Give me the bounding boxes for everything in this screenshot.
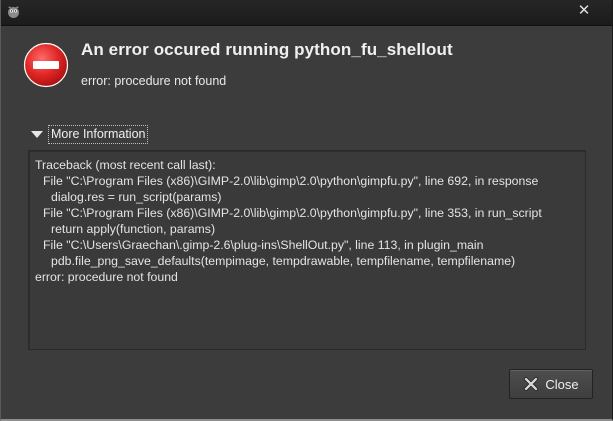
- more-information-expander[interactable]: More Information: [28, 124, 149, 144]
- traceback-line: File "C:\Program Files (x86)\GIMP-2.0\li…: [43, 206, 542, 220]
- traceback-text-area[interactable]: Traceback (most recent call last): File …: [28, 150, 586, 350]
- error-message: error: procedure not found: [81, 74, 227, 88]
- traceback-line: error: procedure not found: [35, 270, 178, 284]
- traceback-line: return apply(function, params): [51, 222, 216, 236]
- traceback-line: pdb.file_png_save_defaults(tempimage, te…: [51, 254, 516, 268]
- traceback-line: File "C:\Program Files (x86)\GIMP-2.0\li…: [43, 174, 539, 188]
- dialog-heading: An error occured running python_fu_shell…: [81, 40, 453, 59]
- traceback-line: File "C:\Users\Graechan\.gimp-2.6\plug-i…: [43, 238, 484, 252]
- error-dialog: ✕ An error occured running python_fu_she…: [0, 0, 613, 421]
- traceback-line: dialog.res = run_script(params): [51, 190, 222, 204]
- gimp-icon[interactable]: [6, 4, 21, 19]
- traceback-line: Traceback (most recent call last):: [35, 158, 216, 172]
- window-close-icon[interactable]: ✕: [570, 1, 598, 19]
- title-bar[interactable]: ✕: [1, 0, 612, 26]
- expander-label[interactable]: More Information: [48, 124, 149, 144]
- traceback-lines: Traceback (most recent call last): File …: [35, 157, 542, 285]
- expander-arrow-icon[interactable]: [31, 130, 43, 138]
- close-button-label: Close: [545, 376, 579, 392]
- error-stop-icon: [23, 42, 69, 88]
- close-button[interactable]: Close: [509, 369, 593, 399]
- close-icon: [524, 377, 539, 391]
